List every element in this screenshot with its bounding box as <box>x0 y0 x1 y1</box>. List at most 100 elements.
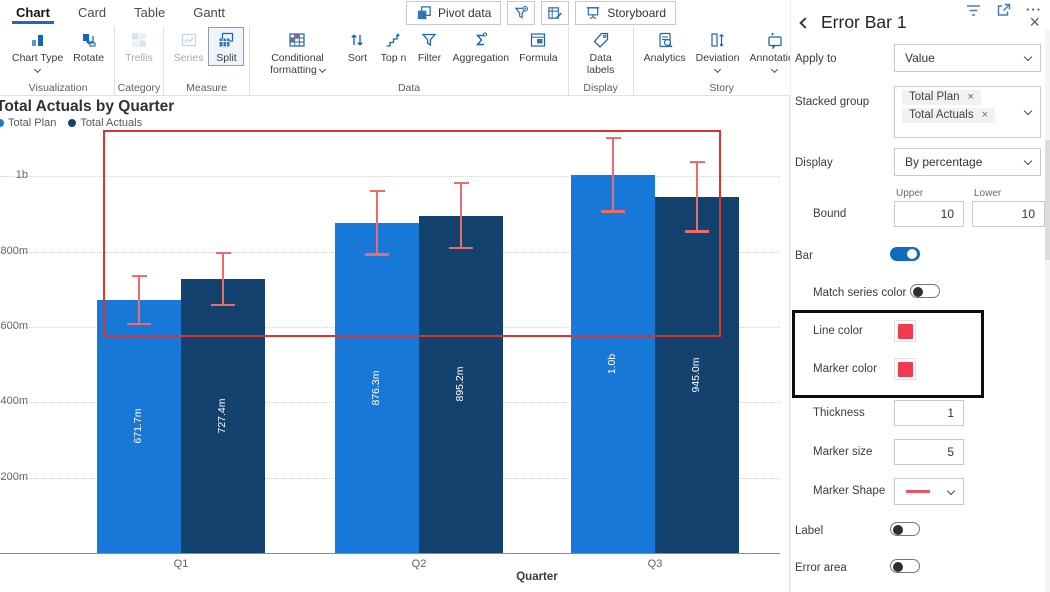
toggle-knob <box>907 249 917 259</box>
chip-remove-icon[interactable]: × <box>982 109 988 121</box>
chip-total-actuals[interactable]: Total Actuals × <box>902 108 996 123</box>
group-caption-measure: Measure <box>186 82 228 94</box>
thickness-input[interactable] <box>894 400 964 426</box>
chip-label: Total Plan <box>909 91 960 103</box>
marker-color-picker[interactable] <box>894 358 916 380</box>
aggregation-button[interactable]: Aggregation <box>447 27 514 65</box>
apply-to-value: Value <box>905 51 935 65</box>
rotate-button[interactable]: Rotate <box>68 27 109 65</box>
apply-to-select[interactable]: Value <box>894 44 1041 72</box>
chip-total-plan[interactable]: Total Plan × <box>902 90 981 105</box>
close-icon[interactable]: × <box>1029 12 1040 32</box>
annotation-rectangle[interactable] <box>103 130 721 337</box>
rotate-icon <box>80 29 98 51</box>
ribbon: Chart Card Table Gantt Pivot data Storyb… <box>0 0 940 96</box>
analytics-button[interactable]: Analytics <box>639 27 691 65</box>
marker-color-label: Marker color <box>813 363 877 375</box>
bar-value-label: 945.0m <box>690 357 702 393</box>
x-axis-tick-label: Q3 <box>647 558 663 570</box>
series-label: Series <box>173 52 204 64</box>
sort-button[interactable]: Sort <box>339 27 375 65</box>
ribbon-group-visualization: Chart Type Rotate Visualization <box>2 26 116 95</box>
edit-data-button[interactable] <box>541 1 570 25</box>
split-button[interactable]: Split <box>208 27 245 66</box>
formula-button[interactable]: Formula <box>514 27 563 65</box>
tab-table[interactable]: Table <box>122 0 177 24</box>
lower-label: Lower <box>974 188 1002 199</box>
aggregation-label: Aggregation <box>452 52 510 64</box>
chevron-down-icon <box>1023 52 1033 62</box>
legend-item[interactable]: Total Plan <box>0 117 56 129</box>
chart-legend: Total Plan Total Actuals <box>0 117 142 129</box>
formula-label: Formula <box>519 52 558 64</box>
analytics-icon <box>656 29 674 51</box>
top-n-icon <box>384 29 402 51</box>
display-select[interactable]: By percentage <box>894 148 1041 176</box>
tab-gantt[interactable]: Gantt <box>181 0 237 24</box>
top-n-button[interactable]: Top n <box>375 27 411 65</box>
table-edit-icon <box>547 5 563 21</box>
conditional-formatting-button[interactable]: Conditional formatting <box>255 27 339 77</box>
advanced-filter-button[interactable] <box>507 1 536 25</box>
marker-shape-select[interactable] <box>894 478 964 505</box>
chevron-down-icon <box>1023 156 1033 166</box>
error-area-label: Error area <box>795 562 847 574</box>
ribbon-group-data: Conditional formatting Sort Top n Filter <box>250 26 569 95</box>
deviation-icon <box>709 29 727 51</box>
thickness-label: Thickness <box>813 407 865 419</box>
match-series-color-toggle[interactable] <box>910 284 940 298</box>
sort-icon <box>348 29 366 51</box>
error-area-toggle[interactable] <box>890 559 920 573</box>
group-caption-category: Category <box>117 82 161 94</box>
y-axis-tick-label: 1b <box>15 169 28 182</box>
tab-card[interactable]: Card <box>66 0 118 24</box>
line-color-picker[interactable] <box>894 320 916 342</box>
series-button[interactable]: Series <box>169 27 209 65</box>
back-button[interactable] <box>799 17 811 29</box>
chart-type-icon <box>29 29 47 51</box>
line-marker-preview-icon <box>906 490 930 493</box>
filter-plus-icon <box>513 5 529 21</box>
legend-dot-icon <box>68 119 77 127</box>
rotate-label: Rotate <box>73 52 105 64</box>
legend-label: Total Actuals <box>80 117 143 129</box>
filter-icon <box>420 29 438 51</box>
bound-label: Bound <box>813 208 847 220</box>
y-axis-tick-label: 200m <box>0 470 28 483</box>
annotation-icon <box>766 29 784 51</box>
display-value: By percentage <box>905 155 983 169</box>
scrollbar-thumb[interactable] <box>1045 140 1050 260</box>
data-labels-button[interactable]: Data labels <box>574 27 628 77</box>
legend-item[interactable]: Total Actuals <box>68 117 142 129</box>
chart-type-label: Chart Type <box>12 52 64 64</box>
y-axis-tick-label: 800m <box>0 244 28 257</box>
marker-size-label: Marker size <box>813 446 873 458</box>
legend-dot-icon <box>0 119 4 127</box>
label-toggle[interactable] <box>890 522 920 536</box>
marker-size-input[interactable] <box>894 439 964 465</box>
trellis-button[interactable]: Trellis <box>120 27 158 65</box>
display-label: Display <box>795 157 833 169</box>
tab-chart[interactable]: Chart <box>4 0 62 24</box>
bar-toggle[interactable] <box>890 247 920 261</box>
deviation-label: Deviation <box>695 52 740 64</box>
filter-button[interactable]: Filter <box>411 27 447 65</box>
formula-icon <box>529 29 547 51</box>
chip-remove-icon[interactable]: × <box>968 91 974 103</box>
ribbon-group-measure: Series Split Measure <box>164 26 251 95</box>
match-series-color-label: Match series color <box>813 287 907 299</box>
stacked-group-label: Stacked group <box>795 96 870 108</box>
lower-bound-input[interactable] <box>972 201 1045 227</box>
storyboard-button[interactable]: Storyboard <box>575 1 677 25</box>
app-window: Chart Card Table Gantt Pivot data Storyb… <box>0 0 1050 592</box>
panel-scrollbar[interactable] <box>1045 30 1050 592</box>
deviation-button[interactable]: Deviation <box>691 27 745 73</box>
settings-panel: ··· Error Bar 1 × Apply to Value Stacked… <box>790 0 1050 592</box>
stacked-group-multiselect[interactable]: Total Plan × Total Actuals × <box>894 86 1041 138</box>
label-label: Label <box>795 525 824 537</box>
chart-type-button[interactable]: Chart Type <box>7 27 68 73</box>
y-axis-tick-label: 600m <box>0 319 28 332</box>
upper-bound-input[interactable] <box>894 201 964 227</box>
toggle-knob <box>913 286 923 297</box>
pivot-data-button[interactable]: Pivot data <box>406 1 502 25</box>
